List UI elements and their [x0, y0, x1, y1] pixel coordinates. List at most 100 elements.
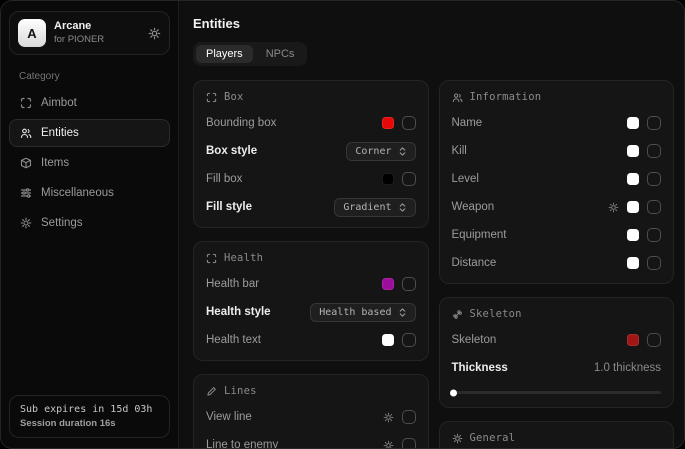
color-swatch[interactable]	[627, 145, 639, 157]
lines-card: Lines View line Line to enemy	[193, 374, 429, 448]
color-swatch[interactable]	[627, 257, 639, 269]
setting-row-box-style: Box style Corner	[206, 141, 416, 161]
color-swatch[interactable]	[627, 173, 639, 185]
app-logo: A	[18, 19, 46, 47]
checkbox[interactable]	[647, 200, 661, 214]
setting-label: Name	[452, 117, 483, 129]
crosshair-icon	[20, 97, 32, 109]
color-swatch[interactable]	[382, 278, 394, 290]
tab-npcs[interactable]: NPCs	[256, 45, 305, 63]
color-swatch[interactable]	[627, 334, 639, 346]
sidebar-item-label: Entities	[41, 127, 79, 139]
checkbox[interactable]	[647, 144, 661, 158]
gear-icon[interactable]	[383, 412, 394, 423]
lines-card-header: Lines	[206, 385, 416, 397]
checkbox[interactable]	[402, 438, 416, 448]
sidebar-item-label: Items	[41, 157, 69, 169]
setting-row-skeleton: Skeleton	[452, 330, 662, 350]
category-label: Category	[19, 71, 160, 82]
setting-row-level: Level	[452, 169, 662, 189]
setting-label: Kill	[452, 145, 467, 157]
health-style-dropdown[interactable]: Health based	[310, 303, 415, 322]
color-swatch[interactable]	[382, 173, 394, 185]
card-title: General	[470, 432, 516, 444]
setting-label: Equipment	[452, 229, 507, 241]
sidebar-nav: Aimbot Entities Items Miscellaneous	[9, 89, 170, 237]
box-card-header: Box	[206, 91, 416, 103]
color-swatch[interactable]	[627, 229, 639, 241]
sidebar-item-entities[interactable]: Entities	[9, 119, 170, 147]
checkbox[interactable]	[647, 256, 661, 270]
setting-label: Bounding box	[206, 117, 276, 129]
sidebar-item-miscellaneous[interactable]: Miscellaneous	[9, 179, 170, 207]
brackets-icon	[206, 92, 217, 103]
setting-row-health-text: Health text	[206, 330, 416, 350]
tab-bar: Players NPCs	[193, 42, 307, 66]
slider-fill	[452, 391, 454, 394]
pencil-icon	[206, 386, 217, 397]
color-swatch[interactable]	[627, 201, 639, 213]
dropdown-value: Corner	[355, 146, 391, 157]
chevrons-up-down-icon	[398, 202, 407, 213]
general-card-header: General	[452, 432, 662, 444]
checkbox[interactable]	[402, 172, 416, 186]
app-header-card: A Arcane for PIONER	[9, 11, 170, 55]
sidebar-item-label: Miscellaneous	[41, 187, 114, 199]
sidebar-item-items[interactable]: Items	[9, 149, 170, 177]
gear-icon[interactable]	[383, 440, 394, 449]
setting-row-view-line: View line	[206, 407, 416, 427]
setting-label: Health style	[206, 306, 271, 318]
users-icon	[452, 92, 463, 103]
checkbox[interactable]	[647, 228, 661, 242]
setting-row-health-bar: Health bar	[206, 274, 416, 294]
setting-row-weapon: Weapon	[452, 197, 662, 217]
color-swatch[interactable]	[627, 117, 639, 129]
card-title: Information	[470, 91, 542, 103]
health-card: Health Health bar Health style Health ba…	[193, 241, 429, 361]
arcane-window: A Arcane for PIONER Category Aimbot	[0, 0, 685, 449]
checkbox[interactable]	[402, 277, 416, 291]
color-swatch[interactable]	[382, 117, 394, 129]
setting-row-distance: Distance	[452, 253, 662, 273]
setting-row-bounding-box: Bounding box	[206, 113, 416, 133]
sidebar-item-aimbot[interactable]: Aimbot	[9, 89, 170, 117]
dropdown-value: Gradient	[343, 202, 391, 213]
checkbox[interactable]	[647, 116, 661, 130]
setting-row-health-style: Health style Health based	[206, 302, 416, 322]
setting-label: Box style	[206, 145, 257, 157]
gear-icon[interactable]	[148, 27, 161, 40]
general-card: General Visibility check Max distance	[439, 421, 675, 448]
checkbox[interactable]	[647, 172, 661, 186]
health-card-header: Health	[206, 252, 416, 264]
sidebar: A Arcane for PIONER Category Aimbot	[1, 1, 179, 448]
chevrons-up-down-icon	[398, 307, 407, 318]
sidebar-item-label: Settings	[41, 217, 83, 229]
setting-label: Skeleton	[452, 334, 497, 346]
session-duration-text: Session duration 16s	[20, 418, 159, 429]
information-card-header: Information	[452, 91, 662, 103]
gear-icon[interactable]	[608, 202, 619, 213]
thickness-slider[interactable]	[452, 391, 662, 394]
checkbox[interactable]	[402, 116, 416, 130]
checkbox[interactable]	[647, 333, 661, 347]
fill-style-dropdown[interactable]: Gradient	[334, 198, 415, 217]
setting-label: Thickness	[452, 362, 508, 374]
setting-row-equipment: Equipment	[452, 225, 662, 245]
sidebar-item-settings[interactable]: Settings	[9, 209, 170, 237]
setting-label: Distance	[452, 257, 497, 269]
setting-row-name: Name	[452, 113, 662, 133]
gear-icon	[20, 217, 32, 229]
setting-row-fill-box: Fill box	[206, 169, 416, 189]
setting-label: Health bar	[206, 278, 259, 290]
page-title: Entities	[193, 16, 674, 31]
color-swatch[interactable]	[382, 334, 394, 346]
users-icon	[20, 127, 32, 139]
gear-icon	[452, 433, 463, 444]
setting-label: Weapon	[452, 201, 495, 213]
card-title: Health	[224, 252, 263, 264]
checkbox[interactable]	[402, 333, 416, 347]
chevrons-up-down-icon	[398, 146, 407, 157]
checkbox[interactable]	[402, 410, 416, 424]
box-style-dropdown[interactable]: Corner	[346, 142, 415, 161]
tab-players[interactable]: Players	[196, 45, 253, 63]
